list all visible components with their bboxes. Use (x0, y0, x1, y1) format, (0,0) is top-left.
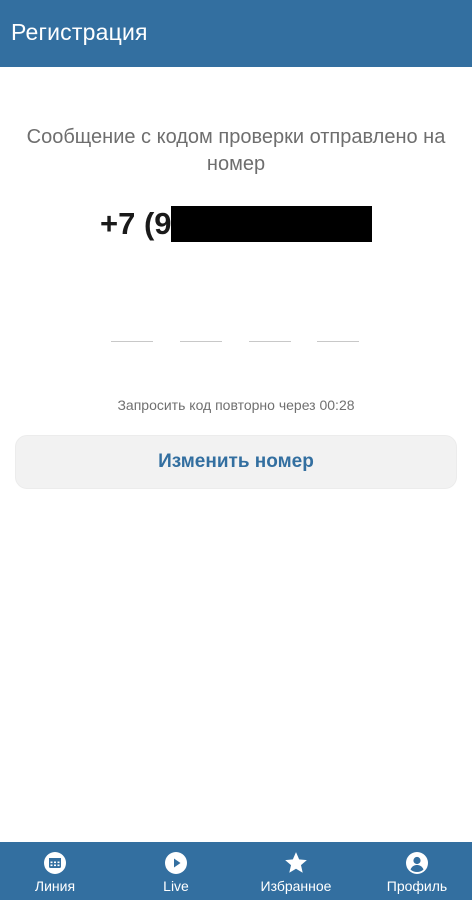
phone-number-redaction (171, 206, 372, 242)
nav-item-favorites-label: Избранное (260, 878, 332, 894)
profile-icon (404, 850, 430, 876)
change-number-button[interactable]: Изменить номер (15, 435, 457, 489)
phone-number-prefix: +7 (9 (100, 206, 172, 241)
code-digit-input-2[interactable] (180, 318, 222, 342)
phone-number: +7 (9 (100, 204, 172, 244)
code-digit-input-1[interactable] (111, 318, 153, 342)
play-icon (163, 850, 189, 876)
nav-item-profile-label: Профиль (386, 878, 448, 894)
nav-item-live-label: Live (163, 878, 189, 894)
code-input-group (0, 318, 472, 342)
page-title: Регистрация (11, 19, 148, 45)
resend-code-timer: Запросить код повторно через 00:28 (117, 397, 355, 413)
nav-item-live[interactable]: Live (141, 842, 211, 900)
code-digit-input-3[interactable] (249, 318, 291, 342)
registration-screen: Регистрация Сообщение с кодом проверки о… (0, 0, 472, 900)
calendar-icon (42, 850, 68, 876)
bottom-navigation: Линия Live Избранное Профиль (0, 842, 472, 900)
nav-item-line[interactable]: Линия (20, 842, 90, 900)
verification-message: Сообщение с кодом проверки отправлено на… (26, 126, 446, 175)
nav-item-favorites[interactable]: Избранное (246, 842, 346, 900)
nav-item-profile[interactable]: Профиль (379, 842, 455, 900)
star-icon (283, 850, 309, 876)
app-bar: Регистрация (0, 0, 472, 67)
code-digit-input-4[interactable] (317, 318, 359, 342)
nav-item-line-label: Линия (34, 878, 76, 894)
